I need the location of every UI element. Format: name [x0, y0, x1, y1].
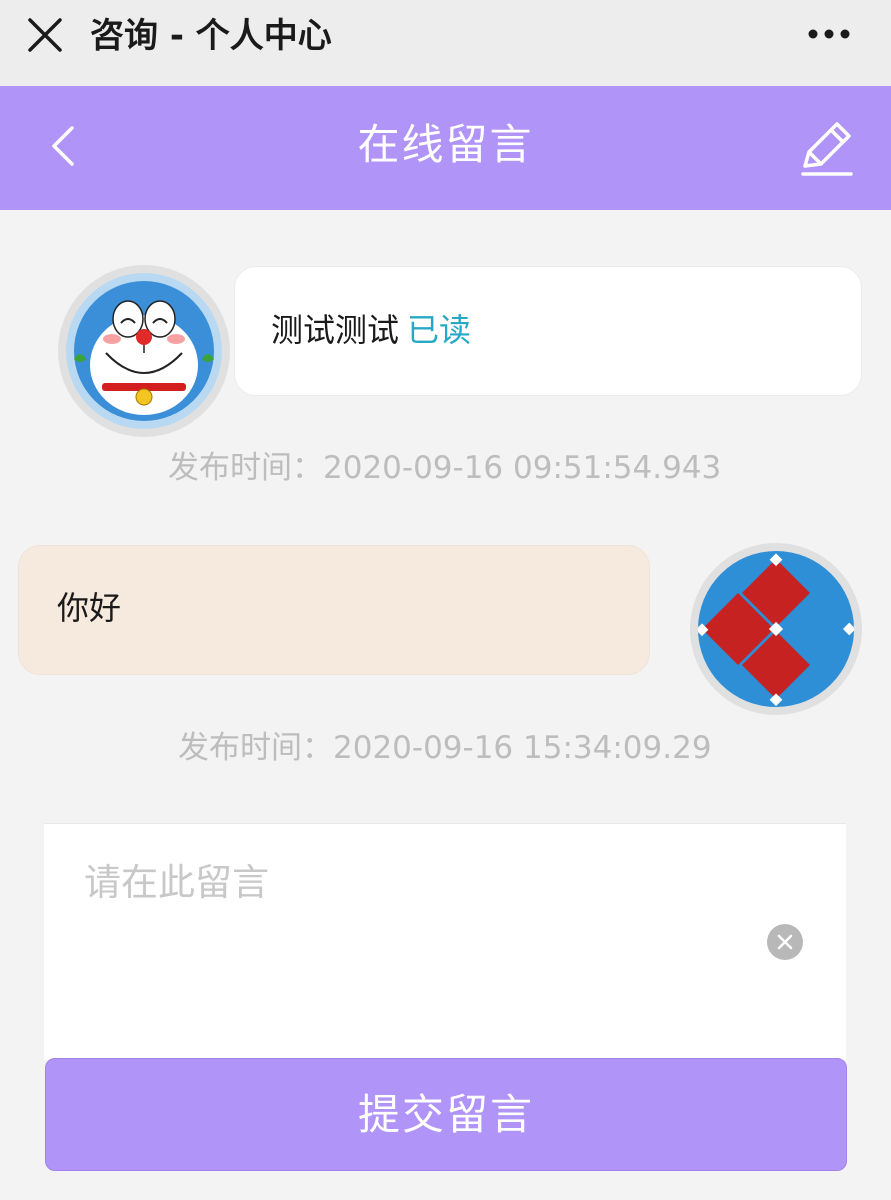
wechat-top-bar: 咨询 - 个人中心: [0, 0, 891, 86]
message-timestamp: 发布时间：2020-09-16 15:34:09.29: [178, 730, 712, 766]
more-dots-icon[interactable]: [805, 22, 855, 46]
message-bubble-sent: 你好: [18, 545, 650, 675]
cartoon-cat-avatar: [58, 265, 230, 437]
pencil-icon[interactable]: [791, 112, 861, 182]
close-icon[interactable]: [22, 16, 68, 56]
message-timestamp: 发布时间：2020-09-16 09:51:54.943: [168, 450, 722, 486]
window-title: 咨询 - 个人中心: [90, 16, 332, 56]
message-text: 测试测试: [271, 311, 400, 349]
submit-message-button[interactable]: 提交留言: [45, 1058, 847, 1171]
red-blue-logo-avatar: [690, 543, 862, 715]
message-input-box: [44, 823, 846, 1060]
message-bubble-received: 测试测试 已读: [234, 266, 862, 396]
message-input[interactable]: [44, 824, 784, 1052]
message-text: 你好: [57, 589, 122, 627]
page-title: 在线留言: [357, 120, 534, 169]
clear-circle-icon[interactable]: [767, 924, 803, 960]
page-header: 在线留言: [0, 86, 891, 210]
read-status-badge: 已读: [407, 311, 472, 349]
